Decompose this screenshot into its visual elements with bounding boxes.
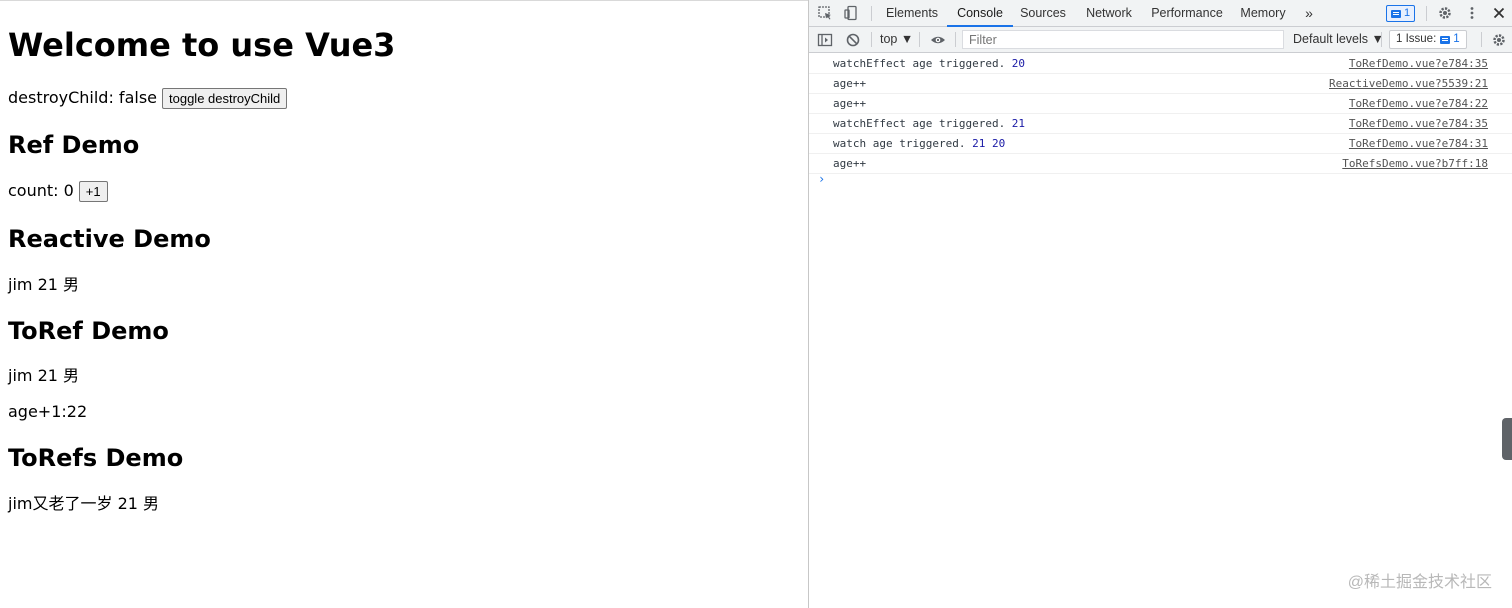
more-tabs-icon[interactable]: » [1299,0,1319,26]
message-text: age++ [833,157,867,170]
source-link[interactable]: ToRefDemo.vue?e784:22 [1349,94,1488,114]
devtools-tabbar: Elements Console Sources Network Perform… [809,0,1512,27]
destroy-child-status: destroyChild: false [8,88,157,107]
toggle-destroy-child-button[interactable]: toggle destroyChild [162,87,288,109]
increment-button[interactable]: +1 [78,180,108,202]
tab-memory[interactable]: Memory [1235,0,1291,26]
toolbar-separator [919,32,920,47]
console-message: watchEffect age triggered. 21 [833,114,1025,134]
issues-label: 1 Issue: [1396,33,1437,45]
console-row: watchEffect age triggered. 21 ToRefDemo.… [809,114,1512,134]
issues-button[interactable]: 1 Issue: 1 [1389,30,1467,49]
page-title: Welcome to use Vue3 [8,26,396,64]
tab-sources[interactable]: Sources [1015,0,1071,26]
live-expression-eye-icon[interactable] [930,32,946,48]
reactive-demo-heading: Reactive Demo [8,225,211,253]
toolbar-separator [955,32,956,47]
message-text: watchEffect age triggered. [833,117,1006,130]
message-number: 21 20 [965,137,1006,150]
console-messages: watchEffect age triggered. 20 ToRefDemo.… [809,54,1512,174]
tabbar-separator [1426,6,1427,21]
torefs-demo-text: jim又老了一岁 21 男 [8,494,160,513]
torefs-demo-heading: ToRefs Demo [8,444,184,472]
clear-console-icon[interactable] [845,32,861,48]
drawer-resize-handle[interactable] [1502,418,1512,460]
tab-network[interactable]: Network [1079,0,1139,26]
issues-count: 1 [1453,33,1460,45]
source-link[interactable]: ToRefDemo.vue?e784:35 [1349,114,1488,134]
tab-elements[interactable]: Elements [879,0,945,26]
toref-demo-heading: ToRef Demo [8,317,169,345]
toref-demo-text: jim 21 男 [8,366,80,385]
destroy-child-row: destroyChild: false toggle destroyChild [8,87,288,109]
console-message: age++ [833,94,866,114]
settings-gear-icon[interactable] [1437,5,1453,21]
count-row: count: 0 +1 [8,180,108,202]
console-settings-gear-icon[interactable] [1491,32,1507,48]
source-link[interactable]: ToRefDemo.vue?e784:31 [1349,134,1488,154]
console-toolbar: top ▼ Default levels ▼ 1 Issue: 1 [809,27,1512,53]
message-icon [1391,9,1401,18]
source-link[interactable]: ToRefsDemo.vue?b7ff:18 [1342,154,1488,174]
message-number: 21 [1005,117,1026,130]
count-value: count: 0 [8,181,74,200]
console-message: age++ [833,154,866,174]
devtools-panel: Elements Console Sources Network Perform… [809,0,1512,608]
console-row: age++ ToRefsDemo.vue?b7ff:18 [809,154,1512,174]
issues-count-badge: 1 [1440,31,1460,48]
toolbar-separator [871,32,872,47]
issue-message-icon [1440,35,1451,44]
inspect-element-icon[interactable] [817,5,833,21]
console-message: watchEffect age triggered. 20 [833,54,1025,74]
ref-demo-heading: Ref Demo [8,131,140,159]
toolbar-separator [1481,32,1482,47]
messages-badge[interactable]: 1 [1386,5,1416,22]
reactive-demo-text: jim 21 男 [8,275,80,294]
messages-count: 1 [1404,7,1411,19]
filter-input[interactable] [962,30,1284,49]
log-levels-dropdown[interactable]: Default levels ▼ [1293,31,1384,48]
close-devtools-icon[interactable] [1491,5,1507,21]
console-prompt-icon[interactable]: › [818,172,825,186]
message-number: 20 [1005,57,1026,70]
context-selector[interactable]: top ▼ [880,31,913,48]
tabbar-separator [871,6,872,21]
more-options-icon[interactable] [1464,5,1480,21]
sidebar-toggle-icon[interactable] [817,32,833,48]
console-row: age++ ReactiveDemo.vue?5539:21 [809,74,1512,94]
console-row: age++ ToRefDemo.vue?e784:22 [809,94,1512,114]
console-row: watchEffect age triggered. 20 ToRefDemo.… [809,54,1512,74]
message-text: watchEffect age triggered. [833,57,1006,70]
vue-app-page: Welcome to use Vue3 destroyChild: false … [0,0,808,608]
message-text: age++ [833,97,867,110]
console-message: watch age triggered. 21 20 [833,134,1005,154]
toolbar-separator [1381,32,1382,47]
toref-age-plus-one: age+1:22 [8,402,88,421]
source-link[interactable]: ReactiveDemo.vue?5539:21 [1329,74,1488,94]
message-text: watch age triggered. [833,137,966,150]
tab-performance[interactable]: Performance [1147,0,1227,26]
device-toolbar-icon[interactable] [843,5,859,21]
console-row: watch age triggered. 21 20 ToRefDemo.vue… [809,134,1512,154]
source-link[interactable]: ToRefDemo.vue?e784:35 [1349,54,1488,74]
tab-console[interactable]: Console [947,0,1013,27]
console-message: age++ [833,74,866,94]
watermark: @稀土掘金技术社区 [1347,574,1492,591]
message-text: age++ [833,77,867,90]
